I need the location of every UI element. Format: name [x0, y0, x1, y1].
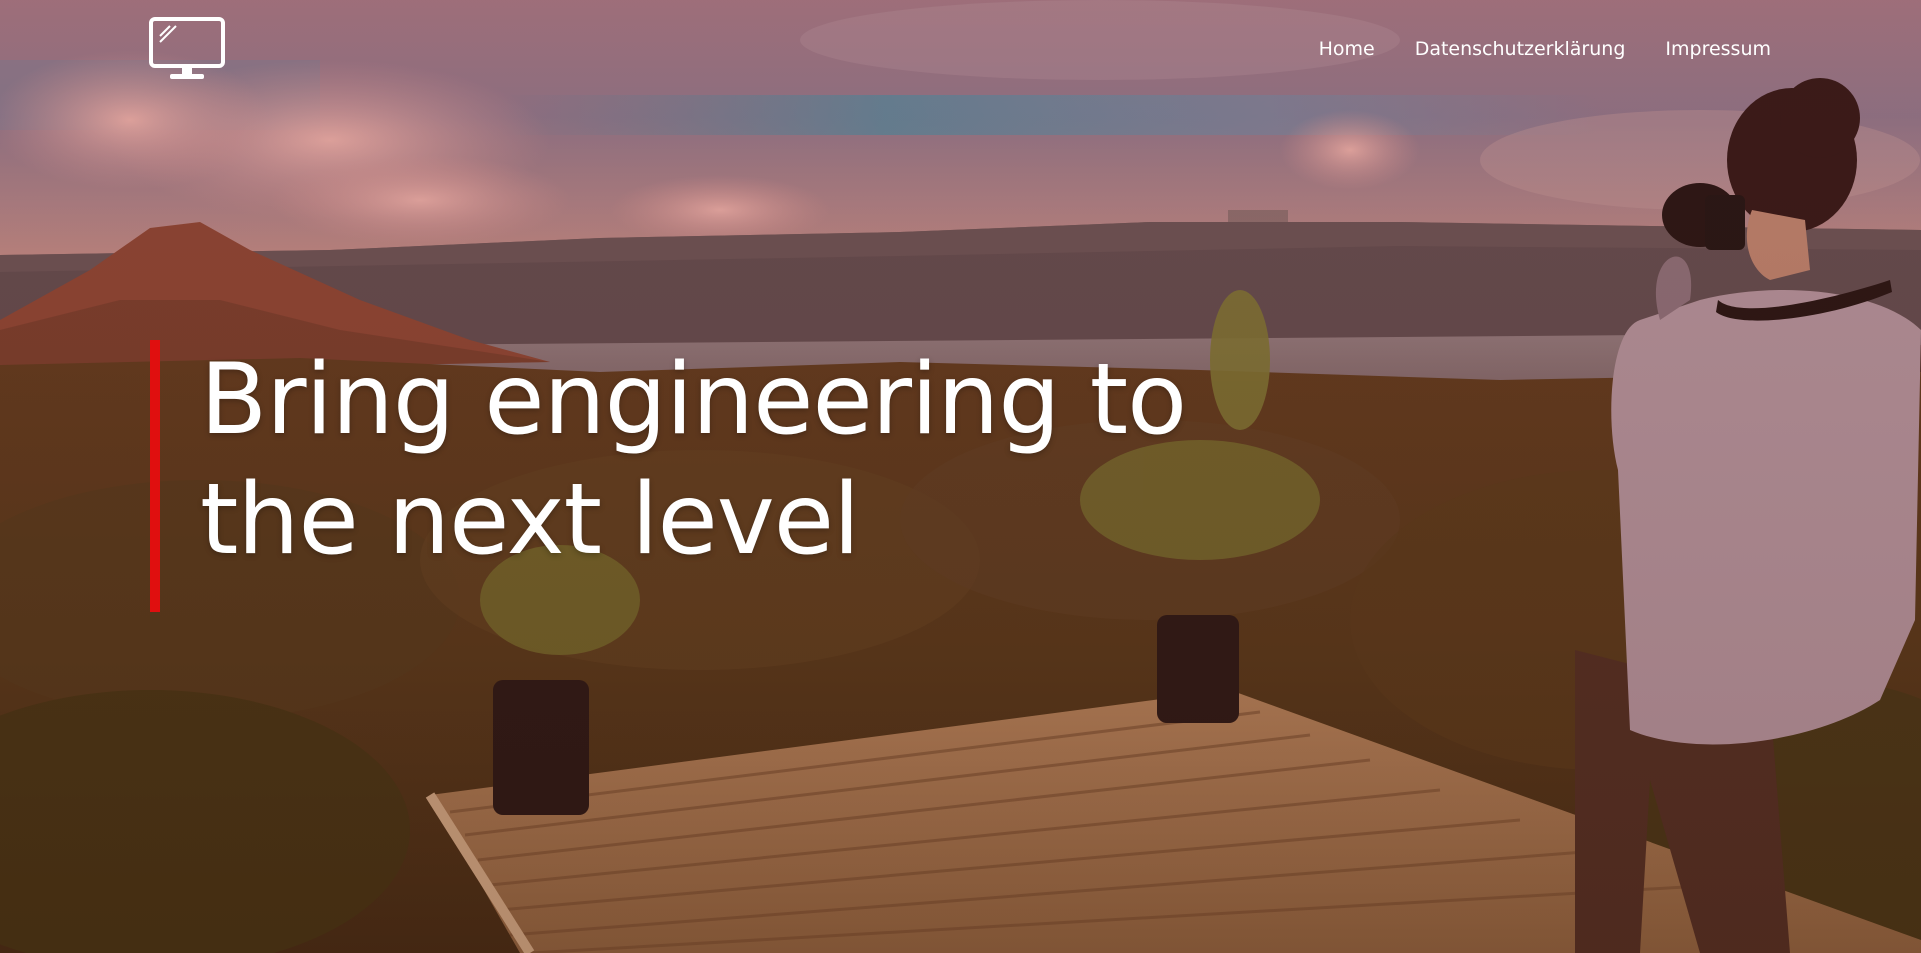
headline-accent-bar	[150, 340, 160, 612]
hero-headline: Bring engineering to the next level	[200, 340, 1200, 580]
main-navigation: Home Datenschutzerklärung Impressum	[1319, 38, 1771, 60]
hero-headline-line-2: the next level	[200, 463, 860, 577]
nav-link-home[interactable]: Home	[1319, 38, 1375, 60]
nav-link-datenschutzerklaerung[interactable]: Datenschutzerklärung	[1415, 38, 1626, 60]
nav-link-impressum[interactable]: Impressum	[1665, 38, 1771, 60]
site-header: Home Datenschutzerklärung Impressum	[0, 0, 1921, 100]
hero-headline-line-1: Bring engineering to	[200, 343, 1187, 457]
monitor-icon[interactable]	[148, 16, 226, 82]
hero-section: Home Datenschutzerklärung Impressum Brin…	[0, 0, 1921, 953]
